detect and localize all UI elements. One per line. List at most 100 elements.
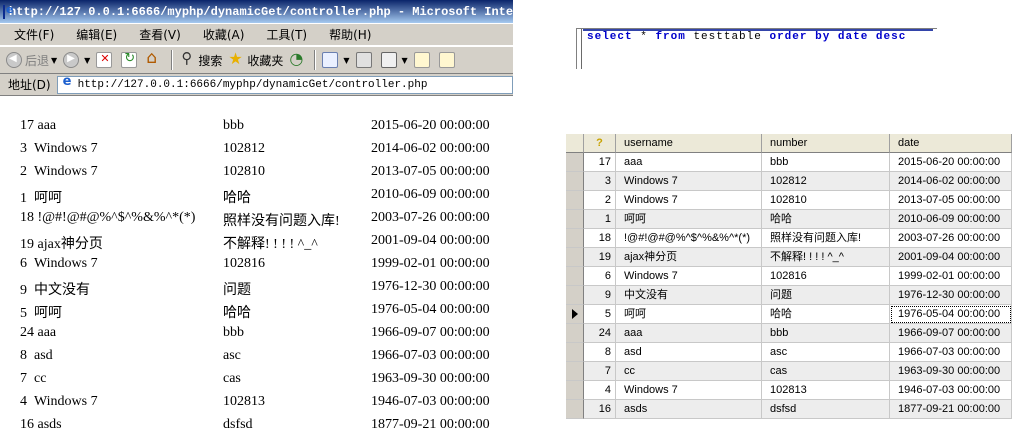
grid-cell-number[interactable]: bbb: [762, 153, 890, 172]
grid-cell-username[interactable]: asds: [616, 400, 762, 419]
grid-cell-id[interactable]: 19: [584, 248, 616, 267]
grid-cell-username[interactable]: !@#!@#@%^$^%&%^*(*): [616, 229, 762, 248]
grid-cell-number[interactable]: 哈哈: [762, 210, 890, 229]
row-indicator[interactable]: [566, 153, 584, 172]
grid-cell-date[interactable]: 2010-06-09 00:00:00: [890, 210, 1012, 229]
grid-cell-date[interactable]: 2001-09-04 00:00:00: [890, 248, 1012, 267]
grid-cell-date[interactable]: 1966-09-07 00:00:00: [890, 324, 1012, 343]
column-header-number[interactable]: number: [762, 134, 890, 153]
grid-cell-id[interactable]: 9: [584, 286, 616, 305]
menu-file[interactable]: 文件(F): [0, 26, 62, 43]
menu-view[interactable]: 查看(V): [125, 26, 189, 43]
column-header-date[interactable]: date: [890, 134, 1012, 153]
grid-cell-number[interactable]: 照样没有问题入库!: [762, 229, 890, 248]
grid-cell-username[interactable]: 呵呵: [616, 210, 762, 229]
grid-cell-date[interactable]: 1966-07-03 00:00:00: [890, 343, 1012, 362]
grid-cell-date[interactable]: 1877-09-21 00:00:00: [890, 400, 1012, 419]
grid-cell-username[interactable]: Windows 7: [616, 191, 762, 210]
grid-cell-date[interactable]: 2015-06-20 00:00:00: [890, 153, 1012, 172]
sql-query[interactable]: select * from testtable order by date de…: [587, 31, 906, 43]
history-button[interactable]: [289, 49, 308, 68]
grid-cell-id[interactable]: 4: [584, 381, 616, 400]
row-indicator[interactable]: [566, 324, 584, 343]
grid-cell-username[interactable]: Windows 7: [616, 172, 762, 191]
grid-row[interactable]: 16 asds dsfsd 1877-09-21 00:00:00: [566, 400, 1012, 419]
back-button[interactable]: 后退 ▼: [6, 52, 57, 69]
grid-cell-date[interactable]: 2013-07-05 00:00:00: [890, 191, 1012, 210]
discuss-button[interactable]: [413, 52, 433, 68]
grid-row[interactable]: 3 Windows 7 102812 2014-06-02 00:00:00: [566, 172, 1012, 191]
grid-cell-id[interactable]: 16: [584, 400, 616, 419]
grid-cell-username[interactable]: aaa: [616, 153, 762, 172]
grid-cell-number[interactable]: asc: [762, 343, 890, 362]
row-indicator[interactable]: [566, 305, 584, 324]
forward-button[interactable]: ▼: [63, 52, 90, 68]
row-indicator[interactable]: [566, 286, 584, 305]
grid-cell-number[interactable]: dsfsd: [762, 400, 890, 419]
row-indicator[interactable]: [566, 210, 584, 229]
grid-cell-username[interactable]: cc: [616, 362, 762, 381]
chevron-down-icon[interactable]: ▼: [84, 56, 90, 65]
grid-row[interactable]: 18 !@#!@#@%^$^%&%^*(*) 照样没有问题入库! 2003-07-26…: [566, 229, 1012, 248]
grid-row[interactable]: 1 呵呵 哈哈 2010-06-09 00:00:00: [566, 210, 1012, 229]
grid-cell-id[interactable]: 5: [584, 305, 616, 324]
grid-cell-date[interactable]: 1976-12-30 00:00:00: [890, 286, 1012, 305]
grid-cell-date[interactable]: 1963-09-30 00:00:00: [890, 362, 1012, 381]
grid-cell-id[interactable]: 24: [584, 324, 616, 343]
grid-cell-id[interactable]: 7: [584, 362, 616, 381]
grid-cell-date[interactable]: 1999-02-01 00:00:00: [890, 267, 1012, 286]
column-header-username[interactable]: username: [616, 134, 762, 153]
grid-cell-number[interactable]: 102813: [762, 381, 890, 400]
address-input[interactable]: http://127.0.0.1:6666/myphp/dynamicGet/c…: [56, 74, 513, 94]
grid-cell-date[interactable]: 1976-05-04 00:00:00: [890, 305, 1012, 324]
result-grid[interactable]: ? username number date 17 aaa bbb 2015-06-2…: [566, 130, 1012, 441]
grid-row[interactable]: 19 ajax神分页 不解释! ! ! ! ^_^ 2001-09-04 00:00:…: [566, 248, 1012, 267]
grid-row[interactable]: 6 Windows 7 102816 1999-02-01 00:00:00: [566, 267, 1012, 286]
row-indicator[interactable]: [566, 248, 584, 267]
grid-cell-username[interactable]: 呵呵: [616, 305, 762, 324]
grid-cell-username[interactable]: aaa: [616, 324, 762, 343]
row-indicator[interactable]: [566, 362, 584, 381]
grid-cell-date[interactable]: 2014-06-02 00:00:00: [890, 172, 1012, 191]
row-indicator[interactable]: [566, 172, 584, 191]
title-bar[interactable]: http://127.0.0.1:6666/myphp/dynamicGet/c…: [0, 0, 513, 23]
menu-help[interactable]: 帮助(H): [315, 26, 379, 43]
grid-cell-id[interactable]: 1: [584, 210, 616, 229]
grid-row[interactable]: 8 asd asc 1966-07-03 00:00:00: [566, 343, 1012, 362]
chevron-down-icon[interactable]: ▼: [343, 56, 349, 65]
grid-cell-date[interactable]: 2003-07-26 00:00:00: [890, 229, 1012, 248]
grid-cell-number[interactable]: 问题: [762, 286, 890, 305]
menu-favorites[interactable]: 收藏(A): [189, 26, 253, 43]
grid-cell-number[interactable]: 102816: [762, 267, 890, 286]
stop-button[interactable]: [96, 52, 115, 68]
grid-cell-username[interactable]: ajax神分页: [616, 248, 762, 267]
grid-cell-id[interactable]: 8: [584, 343, 616, 362]
grid-row[interactable]: 24 aaa bbb 1966-09-07 00:00:00: [566, 324, 1012, 343]
home-button[interactable]: [146, 48, 165, 68]
refresh-button[interactable]: [121, 51, 140, 68]
row-indicator[interactable]: [566, 267, 584, 286]
chevron-down-icon[interactable]: ▼: [51, 56, 57, 65]
row-indicator[interactable]: [566, 400, 584, 419]
grid-cell-username[interactable]: Windows 7: [616, 267, 762, 286]
grid-row[interactable]: 7 cc cas 1963-09-30 00:00:00: [566, 362, 1012, 381]
search-button[interactable]: 搜索: [179, 49, 222, 69]
grid-cell-id[interactable]: 18: [584, 229, 616, 248]
grid-cell-date[interactable]: 1946-07-03 00:00:00: [890, 381, 1012, 400]
chevron-down-icon[interactable]: ▼: [402, 56, 408, 65]
grid-cell-id[interactable]: 3: [584, 172, 616, 191]
grid-cell-id[interactable]: 17: [584, 153, 616, 172]
grid-cell-number[interactable]: bbb: [762, 324, 890, 343]
print-button[interactable]: [355, 52, 375, 68]
menu-edit[interactable]: 编辑(E): [62, 26, 125, 43]
menu-tools[interactable]: 工具(T): [252, 26, 315, 43]
grid-row[interactable]: 5 呵呵 哈哈 1976-05-04 00:00:00: [566, 305, 1012, 324]
grid-row[interactable]: 4 Windows 7 102813 1946-07-03 00:00:00: [566, 381, 1012, 400]
mail-button[interactable]: ▼: [322, 52, 350, 68]
grid-row[interactable]: 2 Windows 7 102810 2013-07-05 00:00:00: [566, 191, 1012, 210]
grid-cell-number[interactable]: 哈哈: [762, 305, 890, 324]
grid-row[interactable]: 17 aaa bbb 2015-06-20 00:00:00: [566, 153, 1012, 172]
key-column-header[interactable]: ?: [584, 134, 616, 153]
grid-cell-id[interactable]: 6: [584, 267, 616, 286]
grid-cell-username[interactable]: Windows 7: [616, 381, 762, 400]
